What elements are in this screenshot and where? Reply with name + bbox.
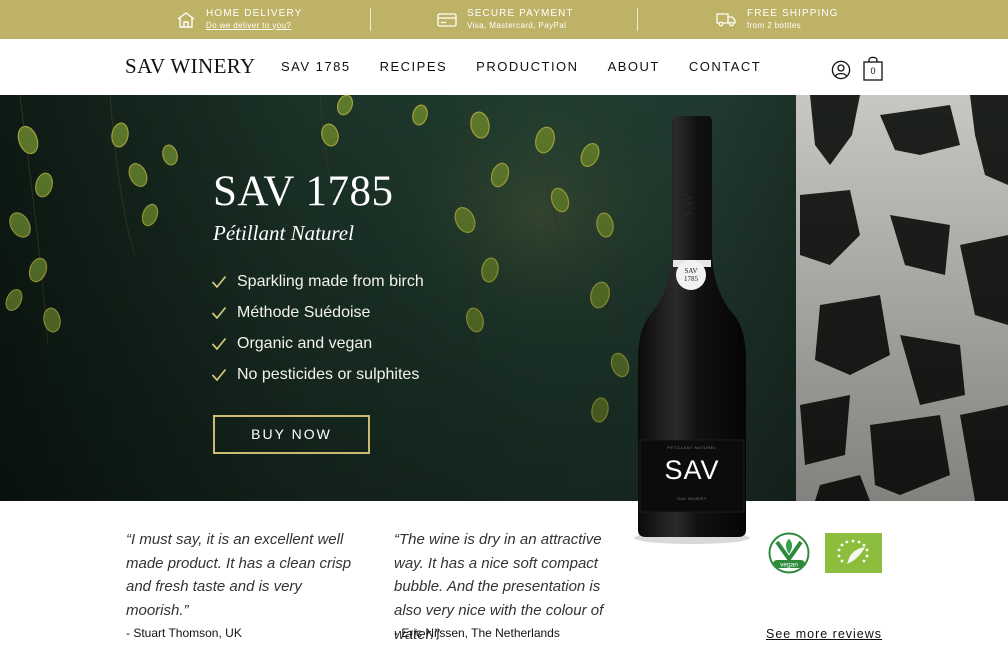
free-shipping-condition: from 2 bottles [747, 20, 802, 30]
product-title: SAV 1785 [213, 168, 394, 215]
divider [370, 8, 371, 31]
nav-item-about[interactable]: ABOUT [608, 59, 660, 74]
account-button[interactable] [831, 60, 851, 80]
bottle-label-bottom: SAV WINERY [677, 496, 707, 501]
secure-payment-title: SECURE PAYMENT [467, 7, 574, 19]
list-item: No pesticides or sulphites [211, 359, 424, 390]
vegan-badge-icon: vegan [768, 532, 810, 574]
nav-menu: SAV 1785 RECIPES PRODUCTION ABOUT CONTAC… [281, 59, 790, 74]
checkmark-icon [211, 275, 227, 288]
bottle-neck-badge: SAV 1785 [676, 260, 706, 290]
feature-text: No pesticides or sulphites [237, 365, 420, 383]
hero-banner: SAV 1785 Pétillant Naturel Sparkling mad… [0, 95, 1008, 501]
hero-background-image [0, 95, 1008, 501]
bottle-label-top: PÉTILLANT NATUREL [667, 445, 717, 450]
credit-card-icon [437, 12, 457, 27]
user-icon [831, 60, 851, 80]
cart-button[interactable]: 0 [862, 55, 884, 81]
feature-text: Sparkling made from birch [237, 272, 424, 290]
feature-list: Sparkling made from birch Méthode Suédoi… [211, 266, 424, 390]
delivery-check-link[interactable]: Do we deliver to you? [206, 20, 302, 32]
feature-text: Méthode Suédoise [237, 303, 371, 321]
free-shipping-info: FREE SHIPPING from 2 bottles [716, 0, 839, 39]
checkmark-icon [211, 368, 227, 381]
list-item: Organic and vegan [211, 328, 424, 359]
list-item: Sparkling made from birch [211, 266, 424, 297]
product-subtitle: Pétillant Naturel [213, 221, 354, 245]
list-item: Méthode Suédoise [211, 297, 424, 328]
checkmark-icon [211, 306, 227, 319]
truck-icon [716, 13, 736, 27]
nav-item-contact[interactable]: CONTACT [689, 59, 761, 74]
vegan-badge-text: vegan [780, 562, 798, 569]
feature-text: Organic and vegan [237, 334, 373, 352]
see-more-reviews-link[interactable]: See more reviews [766, 627, 882, 641]
divider [637, 8, 638, 31]
cart-count: 0 [870, 66, 876, 76]
badge-brand: SAV [684, 267, 698, 275]
eu-organic-leaf-icon [825, 533, 882, 573]
payment-methods-text: Visa, Mastercard, PayPal [467, 20, 567, 30]
bottle-brand: SAV [664, 455, 720, 485]
nav-item-sav-1785[interactable]: SAV 1785 [281, 59, 351, 74]
review-2: “The wine is dry in an attractive way. I… [394, 528, 626, 647]
review-1: “I must say, it is an excellent well mad… [126, 528, 361, 640]
house-icon [177, 11, 195, 28]
nav-item-recipes[interactable]: RECIPES [380, 59, 448, 74]
secure-payment-info: SECURE PAYMENT Visa, Mastercard, PayPal [437, 0, 574, 39]
review-author: - Eric Nijssen, The Netherlands [394, 626, 560, 640]
review-quote: “I must say, it is an excellent well mad… [126, 531, 352, 620]
checkmark-icon [211, 337, 227, 350]
free-shipping-title: FREE SHIPPING [747, 7, 839, 19]
bottle-neck-text: SAV [681, 192, 695, 218]
top-info-bar: HOME DELIVERY Do we deliver to you? SECU… [0, 0, 1008, 39]
site-logo[interactable]: SAV WINERY [125, 54, 256, 79]
home-delivery-title: HOME DELIVERY [206, 7, 303, 19]
home-delivery-info: HOME DELIVERY Do we deliver to you? [176, 0, 302, 39]
main-navigation: SAV WINERY SAV 1785 RECIPES PRODUCTION A… [0, 39, 1008, 95]
review-author: - Stuart Thomson, UK [126, 626, 242, 640]
nav-item-production[interactable]: PRODUCTION [476, 59, 578, 74]
badge-year: 1785 [684, 275, 698, 283]
buy-now-button[interactable]: BUY NOW [213, 415, 370, 454]
